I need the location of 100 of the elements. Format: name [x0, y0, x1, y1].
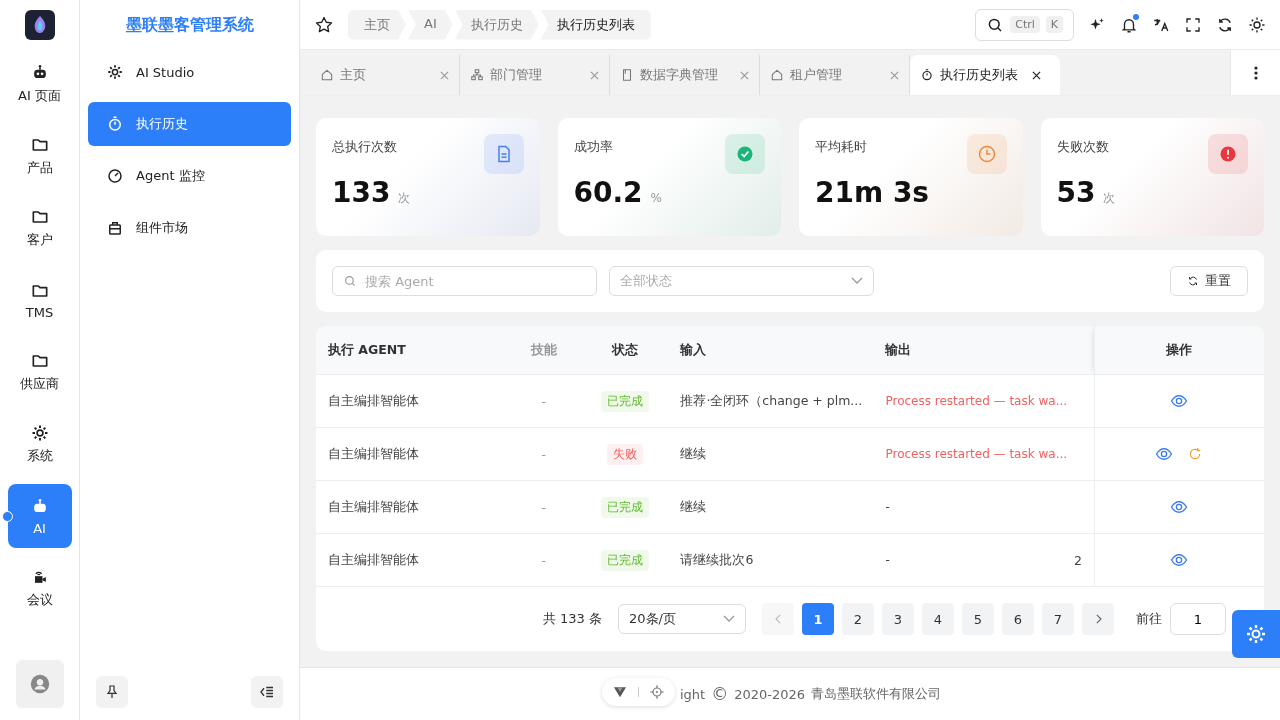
page-tab[interactable]: 部门管理 [460, 55, 610, 95]
pin-icon [104, 684, 120, 700]
home-icon [770, 68, 784, 82]
column-header: 状态 [581, 326, 669, 375]
stat-value: 21m 3s [815, 176, 930, 209]
stat-value: 60.2 [573, 176, 643, 209]
chevron-down-icon [723, 615, 735, 623]
status-tag: 失败 [607, 443, 644, 465]
settings-icon [1244, 622, 1268, 646]
menu-item[interactable]: 执行历史 [88, 102, 291, 146]
column-header: 技能 [505, 326, 582, 375]
rail-item[interactable]: AI [7, 484, 72, 548]
table-cell: 2 [1074, 552, 1082, 568]
copyright-years: 2020-2026 [734, 686, 806, 702]
collapse-button[interactable] [251, 676, 283, 708]
settings-button[interactable] [1232, 610, 1280, 658]
menu-item[interactable]: 组件市场 [88, 206, 291, 250]
goto-label: 前往 [1136, 610, 1162, 628]
page-button[interactable]: 6 [1002, 603, 1034, 635]
page-button[interactable]: 5 [962, 603, 994, 635]
menu-item[interactable]: Agent 监控 [88, 154, 291, 198]
chevron-logo-icon[interactable] [612, 684, 628, 700]
rail-item[interactable]: 产品 [7, 124, 72, 188]
close-icon[interactable] [1032, 70, 1041, 80]
stat-label: 总执行次数 [332, 138, 397, 156]
eye-icon[interactable] [1170, 551, 1189, 569]
star-icon[interactable] [314, 14, 334, 35]
chevron-down-icon [851, 277, 863, 285]
page-button[interactable]: 2 [842, 603, 874, 635]
eye-icon[interactable] [1155, 445, 1174, 463]
page-tab[interactable]: 执行历史列表 [910, 55, 1060, 95]
eye-icon[interactable] [1170, 498, 1189, 516]
search-icon [343, 274, 357, 288]
status-tag: 已完成 [601, 496, 650, 518]
menu-item[interactable]: AI Studio [88, 50, 291, 94]
page-button[interactable]: 3 [882, 603, 914, 635]
gear-icon [106, 63, 124, 81]
crosshair-icon[interactable] [649, 684, 665, 700]
table-cell: 自主编排智能体 [316, 533, 506, 587]
page-tab[interactable]: 主页 [310, 55, 460, 95]
breadcrumb-item[interactable]: 执行历史列表 [540, 9, 651, 40]
stat-label: 成功率 [573, 138, 613, 156]
company-name: 青岛墨联软件有限公司 [811, 685, 942, 703]
user-icon [28, 673, 51, 695]
copyright-text: ight [680, 686, 706, 702]
refresh-icon [1187, 275, 1199, 287]
stat-label: 失败次数 [1056, 138, 1109, 156]
table-cell: 继续 [668, 427, 874, 481]
rail-item[interactable]: 会议 [7, 556, 72, 620]
column-header: 操作 [1094, 326, 1264, 375]
app-logo[interactable] [24, 10, 55, 40]
stat-label: 平均耗时 [815, 138, 867, 156]
reset-button[interactable]: 重置 [1170, 266, 1248, 296]
sun-icon[interactable] [1248, 15, 1266, 34]
gauge-icon [106, 167, 124, 185]
status-tag: 已完成 [601, 549, 650, 571]
page-button[interactable]: 1 [802, 603, 834, 635]
fullscreen-icon[interactable] [1184, 15, 1202, 34]
breadcrumb-item[interactable]: 执行历史 [454, 9, 539, 40]
column-header: 输出 [873, 326, 1095, 375]
book-icon [620, 68, 634, 82]
breadcrumb-item[interactable]: 主页 [348, 9, 406, 40]
avatar-button[interactable] [15, 660, 64, 708]
column-header: 输入 [668, 326, 874, 375]
page-button[interactable]: 4 [922, 603, 954, 635]
pin-button[interactable] [96, 676, 128, 708]
search-button[interactable]: Ctrl K [975, 8, 1074, 41]
app-title: 墨联墨客管理系统 [124, 14, 255, 36]
rail-item[interactable]: 系统 [7, 412, 72, 476]
table-cell: Process restarted — task wa... [885, 447, 1068, 461]
table-cell: - [885, 552, 890, 568]
rail-item[interactable]: AI 页面 [7, 52, 72, 116]
table-cell: - [885, 500, 890, 514]
table-cell: 继续 [668, 480, 874, 534]
stat-unit: 次 [398, 190, 411, 207]
search-field[interactable]: 搜索 Agent [332, 266, 597, 296]
stat-value: 133 [332, 176, 391, 209]
key-hint: Ctrl [1010, 16, 1040, 33]
rail-item[interactable]: 供应商 [7, 340, 72, 404]
key-hint: K [1045, 16, 1063, 33]
page-input[interactable]: 1 [1170, 603, 1226, 635]
stat-unit: % [650, 191, 662, 205]
rail-item[interactable]: 客户 [7, 196, 72, 260]
page-size-select[interactable]: 20条/页 [618, 604, 746, 634]
rail-item[interactable]: TMS [7, 268, 72, 332]
eye-icon[interactable] [1170, 392, 1189, 410]
table-cell: - [505, 480, 582, 534]
hierarchy-icon [470, 68, 484, 82]
stopwatch-icon [106, 115, 124, 133]
page-button[interactable]: 7 [1042, 603, 1074, 635]
bag-icon [106, 219, 124, 237]
stat-value: 53 [1056, 176, 1096, 209]
breadcrumb-item[interactable]: AI [408, 9, 453, 40]
stopwatch-icon [920, 68, 934, 82]
copyright-icon: © [711, 684, 729, 704]
page-tab[interactable]: 数据字典管理 [610, 55, 760, 95]
total-count: 共 133 条 [542, 610, 602, 628]
table-cell: 自主编排智能体 [316, 480, 506, 534]
table-cell: 推荐·全闭环（change + plm... [668, 374, 874, 428]
table-cell: Process restarted — task wa... [885, 394, 1068, 408]
